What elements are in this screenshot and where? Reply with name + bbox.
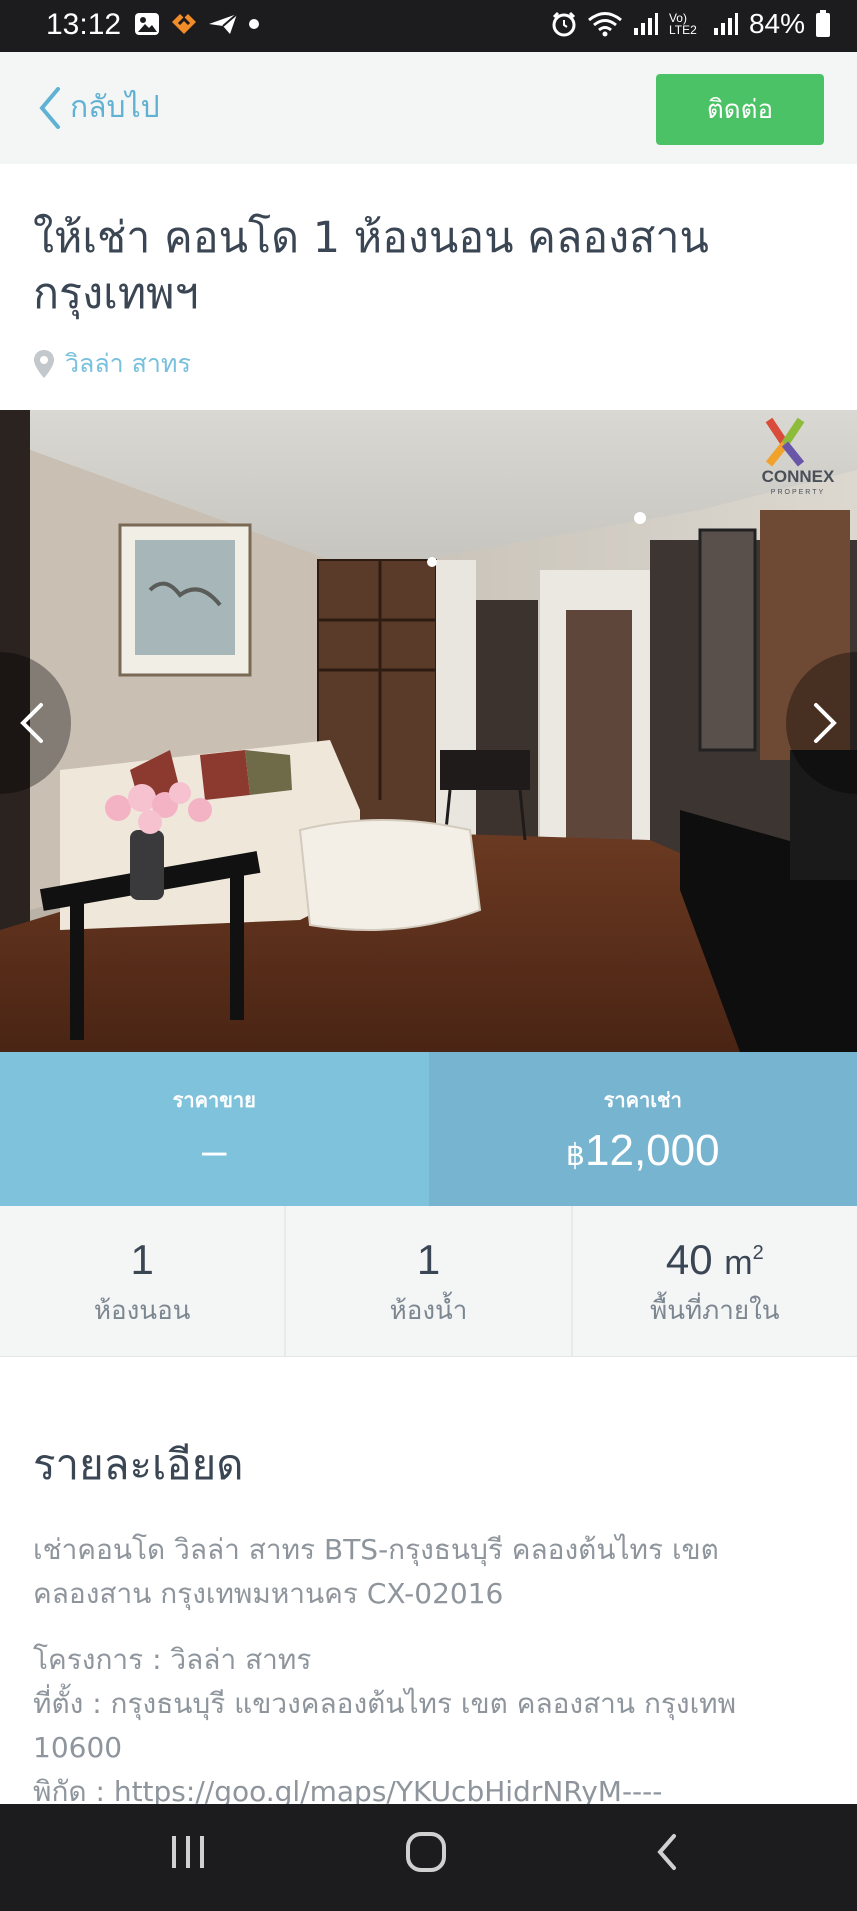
- address-line: ที่ตั้ง : กรุงธนบุรี แขวงคลองต้นไทร เขต …: [33, 1687, 737, 1764]
- send-icon: [209, 13, 238, 34]
- network-label: Vo) LTE2: [668, 11, 697, 37]
- bathrooms-label: ห้องน้ำ: [389, 1296, 468, 1326]
- stat-area: 40 m2 พื้นที่ภายใน: [573, 1206, 857, 1356]
- recent-apps-icon: [172, 1836, 204, 1868]
- area-unit-sup: 2: [752, 1242, 764, 1264]
- area-value: 40 m2: [573, 1236, 857, 1284]
- condo-living-room-image: [0, 410, 857, 1052]
- listing-location[interactable]: วิลล่า สาทร: [33, 344, 191, 384]
- recent-apps-button[interactable]: [168, 1830, 208, 1878]
- contact-button[interactable]: ติดต่อ: [656, 74, 824, 145]
- sale-price-label: ราคาขาย: [172, 1088, 256, 1112]
- details-heading: รายละเอียด: [33, 1440, 244, 1489]
- connex-logo-icon: CONNEX PROPERTY: [762, 417, 835, 496]
- wifi-icon: [588, 12, 622, 37]
- battery-percent: 84%: [748, 8, 805, 39]
- status-bar: 13:12 Vo) LTE2 84%: [0, 0, 857, 52]
- sale-price-cell: ราคาขาย –: [0, 1052, 429, 1206]
- rent-price-cell: ราคาเช่า ฿12,000: [428, 1052, 857, 1206]
- bathrooms-count: 1: [416, 1236, 441, 1283]
- chevron-right-icon: [814, 703, 837, 743]
- alarm-icon: [552, 11, 576, 37]
- rent-price-label: ราคาเช่า: [603, 1088, 682, 1112]
- rent-price-value: ฿12,000: [429, 1126, 857, 1176]
- back-label: กลับไป: [70, 90, 160, 125]
- bedrooms-count: 1: [130, 1236, 154, 1283]
- currency-symbol: ฿: [565, 1139, 585, 1172]
- back-icon: [657, 1834, 676, 1870]
- details-body: เช่าคอนโด วิลล่า สาทร BTS-กรุงธนบุรี คลอ…: [33, 1528, 823, 1814]
- rent-amount: 12,000: [585, 1126, 720, 1175]
- home-button[interactable]: [404, 1830, 448, 1878]
- status-time: 13:12: [46, 8, 122, 41]
- back-nav-button[interactable]: [652, 1830, 682, 1878]
- signal-icon: [633, 13, 658, 35]
- project-line: โครงการ : วิลล่า สาทร: [33, 1643, 312, 1676]
- chevron-left-icon: [20, 703, 43, 743]
- listing-photo[interactable]: CONNEX PROPERTY: [0, 410, 857, 1052]
- area-number: 40: [665, 1236, 713, 1283]
- back-button[interactable]: กลับไป: [38, 84, 160, 131]
- top-bar: กลับไป ติดต่อ: [0, 52, 857, 164]
- battery-icon: [816, 10, 830, 37]
- svg-text:PROPERTY: PROPERTY: [771, 489, 825, 496]
- dot-icon: [249, 19, 259, 29]
- stat-bathrooms: 1 ห้องน้ำ: [286, 1206, 573, 1356]
- details-paragraph: เช่าคอนโด วิลล่า สาทร BTS-กรุงธนบุรี คลอ…: [33, 1533, 719, 1610]
- image-icon: [135, 13, 159, 35]
- area-label: พื้นที่ภายใน: [650, 1296, 780, 1326]
- svg-text:CONNEX: CONNEX: [762, 467, 835, 486]
- listing-title: ให้เช่า คอนโด 1 ห้องนอน คลองสาน กรุงเทพฯ: [33, 213, 709, 319]
- price-bar: ราคาขาย – ราคาเช่า ฿12,000: [0, 1052, 857, 1206]
- stat-bedrooms: 1 ห้องนอน: [0, 1206, 287, 1356]
- signal-icon-2: [713, 13, 738, 35]
- sale-price-value: –: [202, 1126, 227, 1175]
- property-stats: 1 ห้องนอน 1 ห้องน้ำ 40 m2 พื้นที่ภายใน: [0, 1206, 857, 1357]
- location-label: วิลล่า สาทร: [65, 349, 191, 378]
- home-icon: [406, 1832, 446, 1872]
- bedrooms-label: ห้องนอน: [93, 1296, 191, 1326]
- map-pin-icon: [34, 350, 54, 378]
- chevron-left-icon: [39, 86, 60, 129]
- system-nav-bar: [0, 1804, 857, 1911]
- app-icon: [172, 14, 196, 34]
- area-unit: m: [724, 1244, 753, 1282]
- watermark-logo: CONNEX PROPERTY: [745, 416, 851, 496]
